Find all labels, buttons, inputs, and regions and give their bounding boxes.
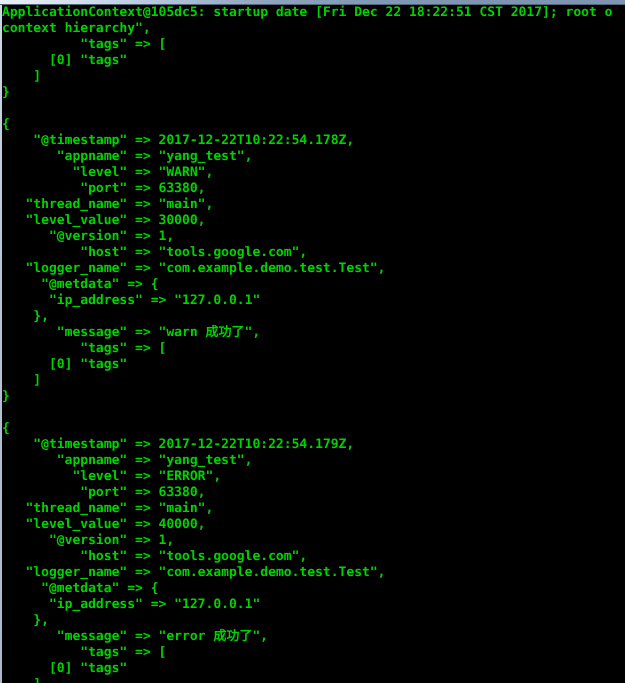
console-line: "tags" => [ — [2, 37, 167, 52]
console-line: "ip_address" => "127.0.0.1" — [2, 597, 261, 612]
console-line: "level" => "WARN", — [2, 165, 214, 180]
console-line: "message" => "warn 成功了", — [2, 325, 261, 340]
console-line: } — [2, 389, 10, 404]
console-line: ] — [2, 373, 42, 388]
console-line: "message" => "error 成功了", — [2, 629, 268, 644]
console-line: { — [2, 117, 10, 132]
console-line: } — [2, 85, 10, 100]
console-line: { — [2, 421, 10, 436]
console-line: "thread_name" => "main", — [2, 197, 214, 212]
console-line: "port" => 63380, — [2, 485, 206, 500]
console-line: "appname" => "yang_test", — [2, 149, 253, 164]
console-line: "@metdata" => { — [2, 277, 159, 292]
console-line: "logger_name" => "com.example.demo.test.… — [2, 261, 386, 276]
console-line: context hierarchy", — [2, 21, 151, 36]
terminal-window[interactable]: ApplicationContext@105dc5: startup date … — [0, 0, 625, 683]
console-output-area[interactable]: ApplicationContext@105dc5: startup date … — [2, 5, 625, 683]
console-line: "appname" => "yang_test", — [2, 453, 253, 468]
console-line: [0] "tags" — [2, 661, 128, 676]
console-line: "thread_name" => "main", — [2, 501, 214, 516]
console-line: "tags" => [ — [2, 645, 167, 660]
console-line: "@timestamp" => 2017-12-22T10:22:54.179Z… — [2, 437, 355, 452]
console-line: "@version" => 1, — [2, 229, 175, 244]
console-line: "level_value" => 40000, — [2, 517, 206, 532]
console-line: ApplicationContext@105dc5: startup date … — [2, 5, 613, 20]
console-line: "level_value" => 30000, — [2, 213, 206, 228]
console-line: }, — [2, 613, 49, 628]
console-line: [0] "tags" — [2, 53, 128, 68]
console-line: "tags" => [ — [2, 341, 167, 356]
console-line: "ip_address" => "127.0.0.1" — [2, 293, 261, 308]
console-line: "host" => "tools.google.com", — [2, 245, 308, 260]
console-line: [0] "tags" — [2, 357, 128, 372]
console-line: "@metdata" => { — [2, 581, 159, 596]
console-line: "port" => 63380, — [2, 181, 206, 196]
console-line: }, — [2, 309, 49, 324]
console-line: "level" => "ERROR", — [2, 469, 222, 484]
console-line: "logger_name" => "com.example.demo.test.… — [2, 565, 386, 580]
console-line: ] — [2, 69, 42, 84]
console-line: "@version" => 1, — [2, 533, 175, 548]
console-line: "host" => "tools.google.com", — [2, 549, 308, 564]
console-line: ] — [2, 677, 625, 683]
console-line: "@timestamp" => 2017-12-22T10:22:54.178Z… — [2, 133, 355, 148]
